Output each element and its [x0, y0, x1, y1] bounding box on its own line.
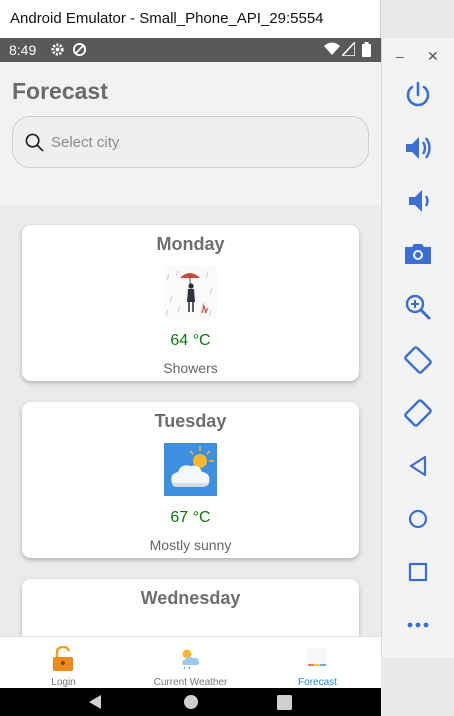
back-icon[interactable]	[401, 449, 435, 483]
home-icon[interactable]	[401, 502, 435, 536]
city-search-input[interactable]	[51, 130, 351, 154]
forecast-temperature: 67 °C	[170, 509, 211, 526]
forecast-condition: Mostly sunny	[149, 537, 232, 553]
nav-tab-login[interactable]: Login	[0, 637, 127, 689]
minimize-icon[interactable]: –	[396, 48, 404, 64]
city-search-bar[interactable]	[12, 116, 369, 168]
forecast-card-monday[interactable]: Monday 64 °C Showers	[22, 225, 359, 381]
search-icon	[25, 133, 44, 152]
forecast-day: Wednesday	[140, 588, 241, 608]
overview-icon[interactable]	[401, 555, 435, 589]
battery-icon	[362, 42, 371, 57]
weather-icon	[182, 649, 200, 670]
page-title: Forecast	[12, 78, 108, 104]
sun-cloud-illustration	[164, 443, 217, 496]
data-saver-icon	[72, 42, 87, 57]
padlock-icon	[53, 646, 73, 671]
android-overview-icon[interactable]	[277, 695, 292, 710]
status-bar: 8:49	[0, 38, 381, 62]
window-title: Android Emulator - Small_Phone_API_29:55…	[10, 10, 324, 27]
window-titlebar: Android Emulator - Small_Phone_API_29:55…	[0, 0, 381, 38]
wifi-icon	[324, 42, 340, 55]
zoom-icon[interactable]	[401, 290, 435, 324]
emulator-window: Android Emulator - Small_Phone_API_29:55…	[0, 0, 381, 716]
volume-up-icon[interactable]	[401, 131, 435, 165]
bottom-navigation: Login Current Weather Forecast	[0, 636, 381, 688]
forecast-icon	[307, 648, 327, 668]
nav-tab-label: Current Weather	[153, 677, 228, 688]
volume-down-icon[interactable]	[401, 184, 435, 218]
close-icon[interactable]: ✕	[427, 48, 439, 65]
forecast-temperature: 64 °C	[170, 332, 211, 349]
emulator-controls-sidebar: – ✕	[381, 38, 454, 658]
forecast-list[interactable]: Monday 64 °C Showers Tuesday 67 °C Mostl…	[0, 205, 381, 636]
phone-screen: 8:49 Forecast Select city Monday 64 °C S…	[0, 38, 381, 716]
forecast-condition: Showers	[163, 360, 218, 376]
android-system-nav	[0, 688, 381, 716]
forecast-day: Tuesday	[154, 411, 227, 431]
camera-icon[interactable]	[401, 237, 435, 271]
forecast-day: Monday	[156, 234, 225, 254]
more-icon[interactable]	[401, 608, 435, 642]
rotate-right-icon[interactable]	[401, 396, 435, 430]
power-icon[interactable]	[401, 78, 435, 112]
status-time: 8:49	[9, 42, 37, 58]
app-header: Forecast	[0, 62, 381, 205]
settings-gear-icon	[51, 43, 64, 56]
nav-tab-label: Login	[51, 677, 76, 688]
nav-tab-forecast[interactable]: Forecast	[254, 637, 381, 689]
nav-tab-current-weather[interactable]: Current Weather	[127, 637, 254, 689]
rotate-left-icon[interactable]	[401, 343, 435, 377]
forecast-card-wednesday[interactable]: Wednesday	[22, 579, 359, 636]
forecast-app: Forecast Monday	[0, 62, 381, 636]
nav-tab-label: Forecast	[298, 677, 337, 688]
cell-signal-icon	[342, 42, 355, 56]
rain-umbrella-illustration	[164, 266, 217, 319]
android-home-icon[interactable]	[183, 694, 199, 710]
forecast-card-tuesday[interactable]: Tuesday 67 °C Mostly sunny	[22, 402, 359, 558]
android-back-icon[interactable]	[87, 694, 103, 710]
